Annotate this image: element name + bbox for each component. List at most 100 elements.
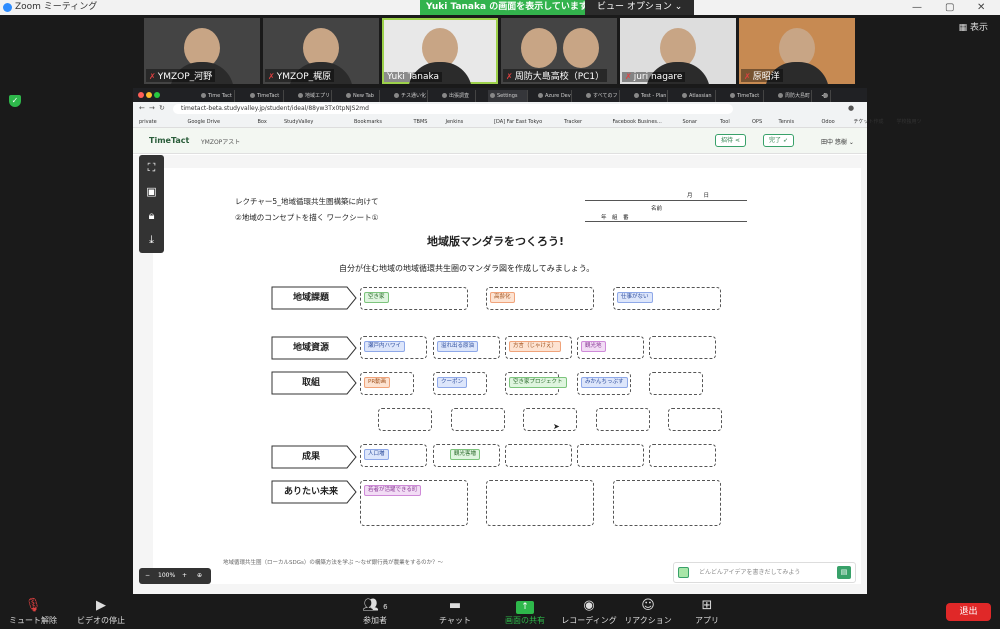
- zoom-out-button[interactable]: −: [145, 568, 150, 584]
- reload-icon[interactable]: ↻: [159, 103, 165, 113]
- lock-icon[interactable]: 🔒︎: [144, 208, 159, 223]
- browser-tab[interactable]: 周防大島町: [776, 90, 812, 102]
- mandala-cell-empty[interactable]: [649, 444, 716, 467]
- mandala-cell[interactable]: クーポン: [433, 372, 487, 395]
- mandala-cell-empty[interactable]: [649, 372, 703, 395]
- browser-tab[interactable]: 地域エプリ: [296, 90, 332, 102]
- leave-button[interactable]: 退出: [946, 603, 991, 621]
- chat-button[interactable]: ▬ チャット: [425, 598, 485, 626]
- user-menu[interactable]: 田中 悠樹 ⌄: [821, 137, 854, 146]
- mandala-cell-empty[interactable]: [613, 480, 721, 526]
- bookmark-item[interactable]: Odoo: [822, 117, 835, 127]
- mandala-cell[interactable]: 観光地: [577, 336, 644, 359]
- zoom-in-button[interactable]: +: [182, 568, 187, 584]
- stop-video-button[interactable]: ▶ ビデオの停止: [71, 598, 131, 626]
- download-icon[interactable]: ⤓: [144, 232, 159, 247]
- mandala-cell[interactable]: 仕事がない: [613, 287, 721, 310]
- sticky-note[interactable]: みかんちっぷす: [581, 377, 628, 388]
- bookmark-item[interactable]: Google Drive: [188, 117, 221, 127]
- sticky-note[interactable]: 空き家プロジェクト: [509, 377, 567, 388]
- sticky-note[interactable]: 観光客増: [450, 449, 481, 460]
- profile-icon[interactable]: ●: [848, 103, 854, 113]
- browser-tab[interactable]: TimeTact: [728, 90, 764, 102]
- sticky-note[interactable]: 方言（じゃけえ）: [509, 341, 562, 352]
- mandala-cell[interactable]: 方言（じゃけえ）: [505, 336, 572, 359]
- mandala-cell[interactable]: 観光客増: [433, 444, 500, 467]
- bookmark-item[interactable]: StudyValley: [284, 117, 313, 127]
- bookmark-item[interactable]: チケット作成: [854, 117, 884, 127]
- frame-tool-icon[interactable]: ⛶: [144, 160, 159, 175]
- browser-tab[interactable]: Atlassian: [680, 90, 716, 102]
- bookmark-item[interactable]: Bookmarks: [354, 117, 382, 127]
- bookmark-item[interactable]: Box: [258, 117, 267, 127]
- browser-tab[interactable]: 出張調査: [440, 90, 476, 102]
- forward-icon[interactable]: →: [149, 103, 155, 113]
- mandala-cell-empty[interactable]: [577, 444, 644, 467]
- bookmark-item[interactable]: Facebook Busines...: [613, 117, 662, 127]
- bookmark-item[interactable]: private: [139, 117, 157, 127]
- mandala-cell[interactable]: 人口増: [360, 444, 427, 467]
- bookmark-item[interactable]: Sonar: [683, 117, 698, 127]
- sticky-note[interactable]: 溢れ出る原油: [437, 341, 479, 352]
- zoom-dot-icon[interactable]: [154, 92, 160, 98]
- mandala-cell-empty[interactable]: [649, 336, 716, 359]
- participant-tile[interactable]: ✗ juri nagare: [620, 18, 736, 84]
- invite-button[interactable]: 招待 ⋖: [715, 134, 746, 147]
- record-button[interactable]: ◉ レコーディング: [559, 598, 619, 626]
- browser-tab[interactable]: すべてのフ: [584, 90, 620, 102]
- sticky-note[interactable]: 仕事がない: [617, 292, 653, 303]
- mandala-cell-empty[interactable]: [451, 408, 505, 431]
- mandala-cell[interactable]: 若者が活躍できる町: [360, 480, 468, 526]
- participant-tile[interactable]: ✗ YMZOP_河野: [144, 18, 260, 84]
- sticky-note-tool-icon[interactable]: ▣: [144, 184, 159, 199]
- bookmark-item[interactable]: 学校独用ツ: [897, 117, 922, 127]
- sticky-note[interactable]: 高齢化: [490, 292, 515, 303]
- participant-tile[interactable]: ✗ 原昭洋: [739, 18, 855, 84]
- sticky-note[interactable]: 若者が活躍できる町: [364, 485, 422, 496]
- bookmark-item[interactable]: [DA] Far East Tokyo: [494, 117, 542, 127]
- sticky-note[interactable]: 空き家: [364, 292, 389, 303]
- new-tab-icon[interactable]: +: [821, 90, 831, 102]
- color-picker[interactable]: [678, 567, 689, 578]
- sticky-note[interactable]: 観光地: [581, 341, 606, 352]
- sticky-note[interactable]: 瀬戸内ハワイ: [364, 341, 406, 352]
- browser-tab[interactable]: New Tab: [344, 90, 380, 102]
- maximize-icon[interactable]: ▢: [945, 0, 954, 15]
- participants-button[interactable]: 👥︎ 6 参加者: [345, 598, 405, 626]
- bookmark-item[interactable]: Tennis: [779, 117, 795, 127]
- mandala-cell[interactable]: PR動画: [360, 372, 414, 395]
- idea-input[interactable]: どんどんアイデアを書きだしてみよう: [699, 563, 800, 582]
- idea-input-box[interactable]: どんどんアイデアを書きだしてみよう ▤: [673, 562, 856, 583]
- mandala-cell[interactable]: 高齢化: [486, 287, 594, 310]
- bookmark-item[interactable]: TBMS: [414, 117, 428, 127]
- view-options-button[interactable]: ビュー オプション ⌄: [585, 0, 695, 15]
- zoom-fit-icon[interactable]: ⊕: [197, 568, 202, 584]
- close-dot-icon[interactable]: [138, 92, 144, 98]
- apps-button[interactable]: ⊞ アプリ: [677, 598, 737, 626]
- minimize-icon[interactable]: —: [912, 0, 922, 15]
- participant-tile[interactable]: ✗ 周防大島高校（PC1）: [501, 18, 617, 84]
- browser-tab-active[interactable]: Settings: [488, 90, 528, 102]
- mandala-cell-empty[interactable]: [668, 408, 722, 431]
- browser-tab[interactable]: Test - Plan: [632, 90, 668, 102]
- mandala-cell-empty[interactable]: [486, 480, 594, 526]
- minimize-dot-icon[interactable]: [146, 92, 152, 98]
- browser-tab[interactable]: Time Tact: [199, 90, 235, 102]
- mandala-cell[interactable]: 瀬戸内ハワイ: [360, 336, 427, 359]
- unmute-button[interactable]: 🎙︎ ミュート解除: [3, 598, 63, 626]
- bookmark-item[interactable]: OPS: [752, 117, 762, 127]
- bookmark-item[interactable]: Jenkins: [446, 117, 464, 127]
- browser-tab[interactable]: TimeTact: [248, 90, 284, 102]
- reactions-button[interactable]: ☺ リアクション: [618, 598, 678, 626]
- participant-tile[interactable]: ✗ YMZOP_梶原: [263, 18, 379, 84]
- done-button[interactable]: 完了 ➶: [763, 134, 794, 147]
- worksheet[interactable]: レクチャー5_地域循環共生圏構築に向けて ②地域のコンセプトを描く ワークシート…: [153, 168, 861, 584]
- bookmark-item[interactable]: Tracker: [564, 117, 582, 127]
- bookmark-item[interactable]: Tool: [720, 117, 730, 127]
- mandala-cell[interactable]: 空き家: [360, 287, 468, 310]
- sticky-note[interactable]: クーポン: [437, 377, 468, 388]
- mandala-cell[interactable]: 空き家プロジェクト: [505, 372, 567, 395]
- mandala-cell[interactable]: みかんちっぷす: [577, 372, 631, 395]
- mandala-cell-empty[interactable]: [596, 408, 650, 431]
- mandala-cell-empty[interactable]: [378, 408, 432, 431]
